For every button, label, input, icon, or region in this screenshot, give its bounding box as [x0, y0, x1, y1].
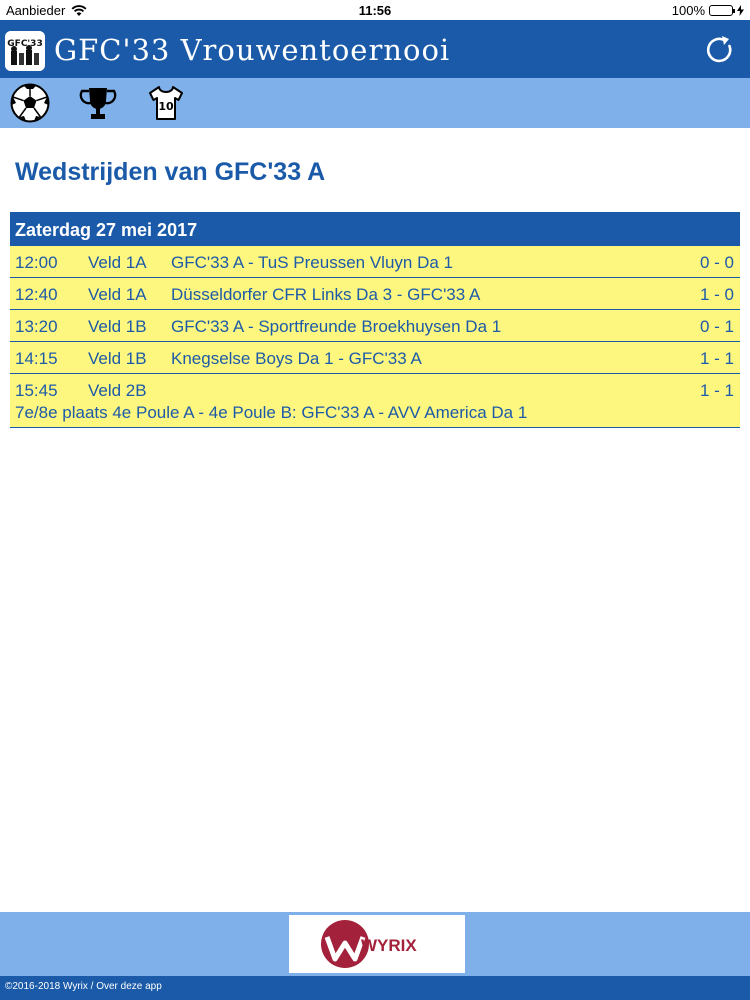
icon-toolbar: 10	[0, 78, 750, 128]
teams-tab[interactable]: 10	[145, 83, 187, 123]
match-time: 13:20	[15, 317, 58, 336]
match-score: 0 - 1	[699, 317, 734, 336]
matches-tab[interactable]	[9, 83, 51, 123]
app-header: GFC'33 GFC'33 Vrouwentoernooi	[0, 20, 750, 78]
page-title: Wedstrijden van GFC'33 A	[15, 158, 326, 186]
battery-icon	[709, 5, 735, 16]
footer-bar: ©2016-2018 Wyrix / Over deze app	[0, 976, 750, 1000]
match-field: Veld 1B	[88, 349, 147, 368]
sponsor-band: WYRIX	[0, 912, 750, 976]
match-field: Veld 2B	[88, 381, 147, 400]
match-field: Veld 1B	[88, 317, 147, 336]
jersey-icon: 10	[149, 86, 183, 120]
status-bar: Aanbieder 11:56 100%	[0, 0, 750, 20]
match-row[interactable]: 12:40 Veld 1A Düsseldorfer CFR Links Da …	[10, 278, 740, 310]
match-teams: GFC'33 A - TuS Preussen Vluyn Da 1	[171, 253, 453, 272]
match-field: Veld 1A	[88, 253, 147, 272]
refresh-button[interactable]	[704, 34, 736, 66]
standings-tab[interactable]	[77, 83, 119, 123]
match-time: 15:45	[15, 381, 58, 400]
battery-group: 100%	[672, 3, 744, 18]
svg-text:10: 10	[158, 100, 174, 113]
match-teams: GFC'33 A - Sportfreunde Broekhuysen Da 1	[171, 317, 502, 336]
match-score: 1 - 1	[699, 381, 734, 400]
refresh-icon	[706, 36, 732, 63]
about-link[interactable]: ©2016-2018 Wyrix / Over deze app	[5, 981, 162, 992]
match-score: 1 - 1	[699, 349, 734, 368]
wyrix-logo-icon: WYRIX	[321, 920, 417, 968]
match-score: 0 - 0	[699, 253, 734, 272]
svg-text:WYRIX: WYRIX	[361, 936, 417, 955]
battery-percentage: 100%	[671, 3, 705, 18]
match-row[interactable]: 15:45 Veld 2B 1 - 1 7e/8e plaats 4e Poul…	[10, 374, 740, 428]
match-score: 1 - 0	[699, 285, 734, 304]
match-row[interactable]: 13:20 Veld 1B GFC'33 A - Sportfreunde Br…	[10, 310, 740, 342]
match-time: 12:40	[15, 285, 58, 304]
app-title: GFC'33 Vrouwentoernooi	[54, 33, 451, 67]
matches-table: Zaterdag 27 mei 2017 12:00 Veld 1A GFC'3…	[10, 212, 740, 428]
day-header: Zaterdag 27 mei 2017	[10, 212, 740, 246]
app-logo: GFC'33	[5, 31, 45, 71]
status-time: 11:56	[358, 3, 392, 18]
match-note: 7e/8e plaats 4e Poule A - 4e Poule B: GF…	[15, 403, 528, 422]
match-time: 14:15	[15, 349, 58, 368]
sponsor-banner[interactable]: WYRIX	[289, 915, 465, 973]
soccer-ball-icon	[10, 83, 50, 123]
charging-icon	[737, 5, 744, 16]
trophy-icon	[79, 88, 117, 119]
match-teams: Düsseldorfer CFR Links Da 3 - GFC'33 A	[171, 285, 481, 304]
match-row[interactable]: 14:15 Veld 1B Knegselse Boys Da 1 - GFC'…	[10, 342, 740, 374]
match-row[interactable]: 12:00 Veld 1A GFC'33 A - TuS Preussen Vl…	[10, 246, 740, 278]
match-teams: Knegselse Boys Da 1 - GFC'33 A	[171, 349, 422, 368]
match-field: Veld 1A	[88, 285, 147, 304]
match-time: 12:00	[15, 253, 58, 272]
